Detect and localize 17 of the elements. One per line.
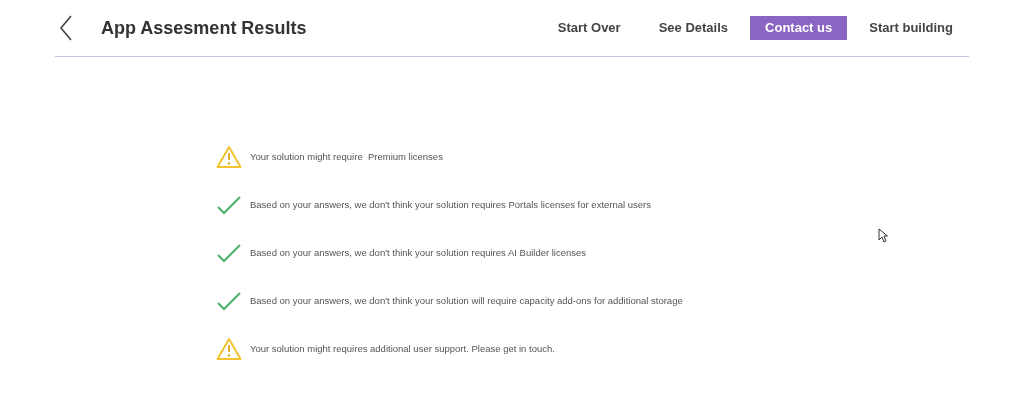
checkmark-icon	[216, 291, 242, 311]
result-text: Your solution might require Premium licenses	[250, 149, 443, 164]
header-button[interactable]: Contact us	[750, 16, 848, 40]
back-icon[interactable]	[59, 15, 73, 41]
header-button[interactable]: See Details	[642, 16, 745, 40]
checkmark-icon	[216, 243, 242, 263]
page-title: App Assesment Results	[101, 16, 307, 40]
result-text: Based on your answers, we don't think your solution requires AI Builder licenses	[250, 245, 587, 260]
header-button[interactable]: Start Over	[541, 16, 637, 40]
header-button[interactable]: Start building	[853, 16, 969, 40]
checkmark-icon	[216, 195, 242, 215]
cursor-icon	[878, 228, 888, 243]
result-text: Based on your answers, we don't think your solution requires Portals licenses for external users	[250, 197, 651, 212]
result-text: Your solution might requires additional user support. Please get in touch.	[250, 341, 555, 356]
warning-icon	[216, 337, 242, 361]
warning-icon	[216, 145, 242, 169]
result-text: Based on your answers, we don't think your solution will require capacity add-ons for additional storage	[250, 293, 683, 308]
